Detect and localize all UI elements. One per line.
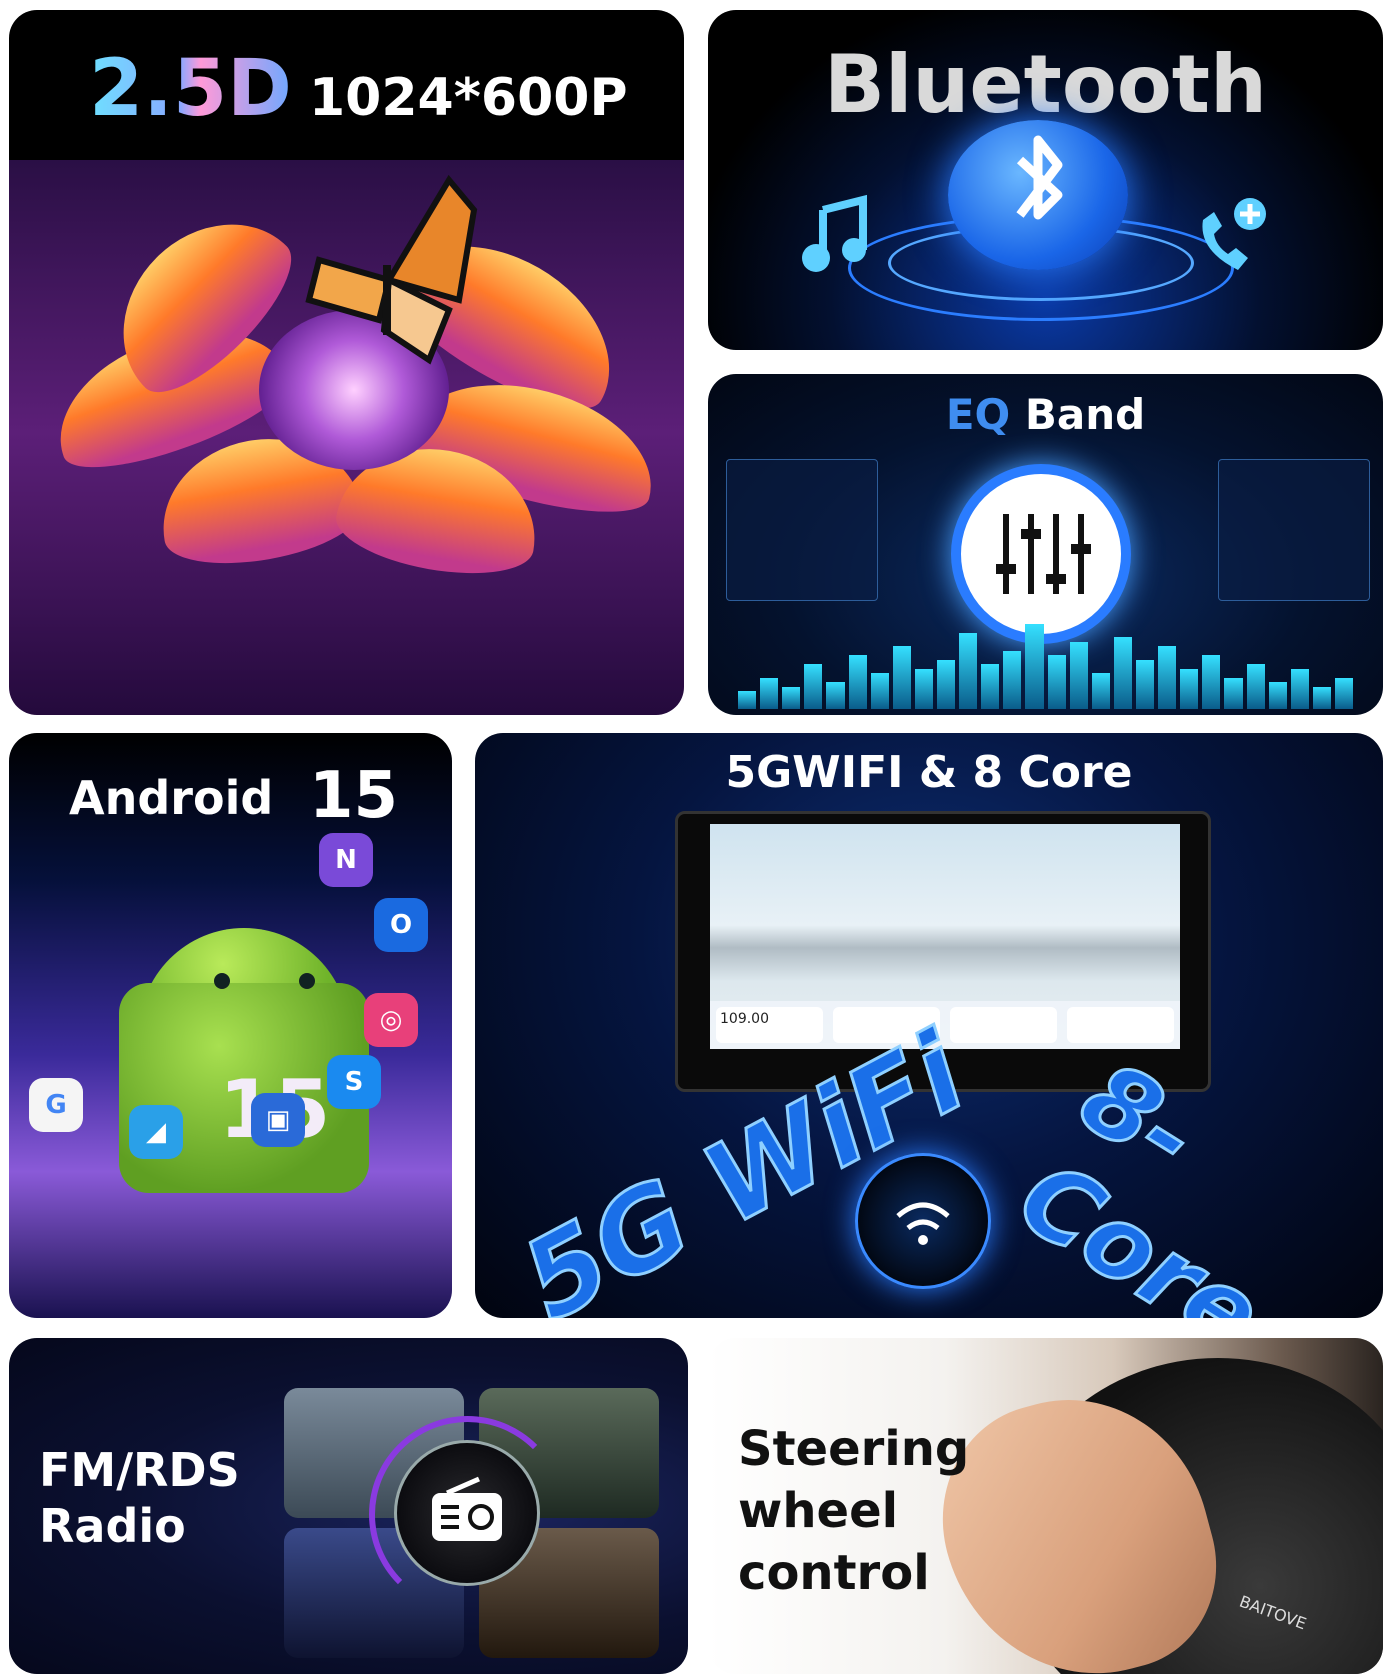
android-tile: Android 15 15 N O ◎ S ▣ ◢ G [9, 733, 452, 1318]
wifi-core-title: 5GWIFI & 8 Core [725, 747, 1133, 798]
wifi-icon [855, 1153, 991, 1289]
music-note-icon [802, 194, 867, 272]
radio-title-line2: Radio [39, 1499, 186, 1553]
steering-title-line2: wheel [738, 1483, 899, 1539]
phone-add-icon [1202, 198, 1266, 270]
eq-tile: EQ Band [708, 374, 1383, 715]
steering-title-line1: Steering [738, 1421, 970, 1477]
bluetooth-title: Bluetooth [824, 38, 1267, 131]
title-2-5d: 2.5D [89, 44, 292, 134]
s-app-icon: S [327, 1055, 381, 1109]
radio-icon [394, 1440, 540, 1586]
google-app-icon: G [29, 1078, 83, 1132]
eq-title: EQ Band [708, 390, 1383, 439]
eq-panel-left [726, 459, 878, 601]
radio-tile: FM/RDS Radio [9, 1338, 688, 1674]
equalizer-icon [951, 464, 1131, 644]
android-label: Android [69, 771, 274, 825]
steering-title: Steering wheel control [738, 1418, 969, 1604]
eq-accent: EQ [945, 390, 1011, 439]
cast-app-icon: ◢ [129, 1105, 183, 1159]
radio-title-line1: FM/RDS [39, 1443, 240, 1497]
radio-frequency: 109.00 [716, 1007, 823, 1043]
instagram-app-icon: ◎ [364, 993, 418, 1047]
eq-band: Band [1024, 390, 1146, 439]
steering-title-line3: control [738, 1545, 930, 1601]
bluetooth-icon [948, 120, 1128, 270]
spectrum-bars [738, 619, 1354, 709]
butterfly-image [305, 174, 478, 365]
eq-panel-right [1218, 459, 1370, 601]
radio-title: FM/RDS Radio [39, 1442, 240, 1554]
resolution-label: 1024*600P [309, 68, 628, 128]
bluetooth-tile: Bluetooth [708, 10, 1383, 350]
notes-app-icon: N [319, 833, 373, 887]
store-app-icon: ▣ [251, 1093, 305, 1147]
outlook-app-icon: O [374, 898, 428, 952]
steering-tile: BAITOVE Steering wheel control [708, 1338, 1383, 1674]
android-version: 15 [309, 759, 399, 833]
display-tile: 2.5D 1024*600P [9, 10, 684, 715]
wifi-core-tile: 5GWIFI & 8 Core 109.00 5G WiFi 8-Core [475, 733, 1383, 1318]
